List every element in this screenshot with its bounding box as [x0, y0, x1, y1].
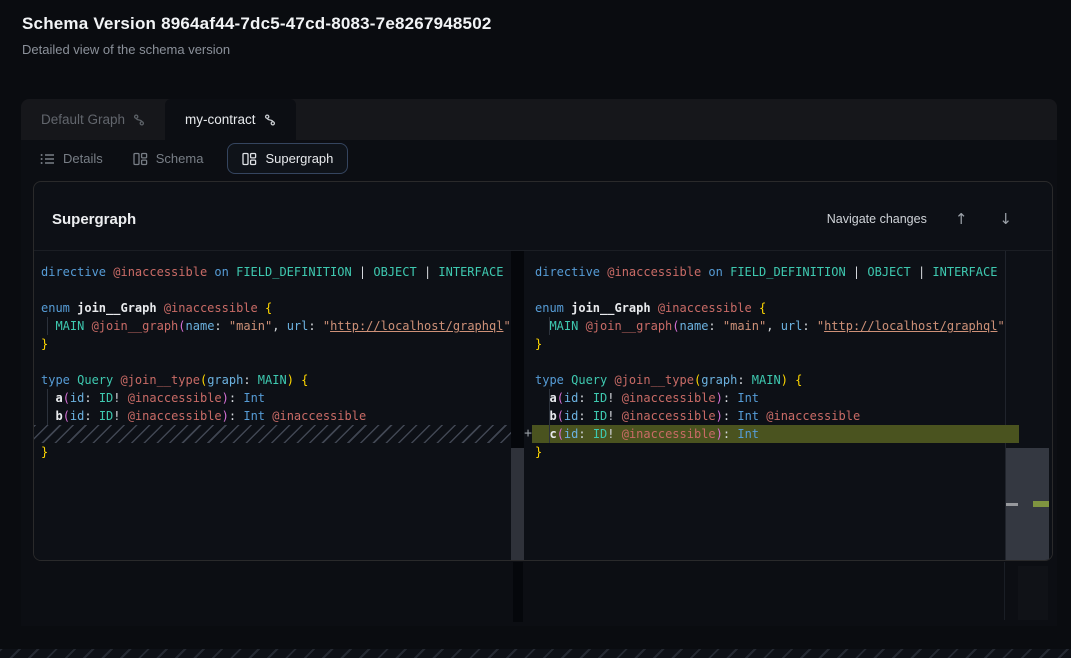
indent-guide	[549, 317, 550, 335]
list-icon	[40, 152, 55, 166]
code-line: b(id: ID! @inaccessible): Int @inaccessi…	[34, 407, 511, 425]
code-line: directive @inaccessible on FIELD_DEFINIT…	[532, 263, 1005, 281]
code-line: b(id: ID! @inaccessible): Int @inaccessi…	[532, 407, 1005, 425]
code-line: type Query @join__type(graph: MAIN) {	[532, 371, 1005, 389]
columns-icon	[133, 152, 148, 166]
code-line: a(id: ID! @inaccessible): Int	[34, 389, 511, 407]
page-header: Schema Version 8964af44-7dc5-47cd-8083-7…	[0, 0, 1071, 57]
code-line: }	[532, 335, 1005, 353]
next-change-button[interactable]: ↓	[995, 210, 1016, 229]
lower-editor-border	[1004, 562, 1005, 620]
fork-icon	[133, 114, 145, 126]
code-line: directive @inaccessible on FIELD_DEFINIT…	[34, 263, 511, 281]
tab-default-graph-label: Default Graph	[41, 112, 125, 127]
subtab-details[interactable]: Details	[40, 151, 103, 166]
code-line: MAIN @join__graph(name: "main", url: "ht…	[532, 317, 1005, 335]
page-title: Schema Version 8964af44-7dc5-47cd-8083-7…	[22, 14, 1049, 34]
code-line: enum join__Graph @inaccessible {	[532, 299, 1005, 317]
navigate-changes-label: Navigate changes	[827, 212, 927, 226]
diff-added-line: c(id: ID! @inaccessible): Int	[532, 425, 1005, 443]
code-line: enum join__Graph @inaccessible {	[34, 299, 511, 317]
indent-guide	[47, 317, 48, 335]
left-scrollbar[interactable]	[511, 448, 524, 561]
graph-tab-strip: Default Graph my-contract	[21, 99, 1057, 140]
page-subtitle: Detailed view of the schema version	[22, 42, 1049, 57]
schema-version-page: { "header": { "title": "Schema Version 8…	[0, 0, 1071, 658]
insert-marker: +	[521, 425, 535, 443]
code-line	[532, 281, 1005, 299]
view-sub-tabs: Details Schema Supergraph	[21, 140, 1057, 177]
code-line: MAIN @join__graph(name: "main", url: "ht…	[34, 317, 511, 335]
bottom-hatch-strip	[0, 649, 1071, 658]
tab-my-contract[interactable]: my-contract	[165, 99, 296, 140]
lower-editor-splitter	[513, 562, 523, 622]
fork-icon	[264, 114, 276, 126]
ruler-added-marker	[1033, 501, 1049, 507]
code-line: }	[34, 335, 511, 353]
code-line: }	[34, 443, 511, 461]
schema-version-panel: Default Graph my-contract	[21, 99, 1057, 626]
code-line: }	[532, 443, 1005, 461]
lower-editor-minimap	[1018, 566, 1048, 620]
navigate-changes: Navigate changes ↑ ↓	[827, 210, 1016, 229]
columns-icon	[242, 152, 257, 166]
supergraph-card: Supergraph Navigate changes ↑ ↓ directiv…	[33, 181, 1053, 561]
subtab-schema[interactable]: Schema	[133, 151, 204, 166]
indent-guide	[549, 389, 550, 443]
diff-pane-changed[interactable]: directive @inaccessible on FIELD_DEFINIT…	[524, 251, 1005, 560]
section-title: Supergraph	[52, 211, 136, 228]
added-line-highlight-extension	[1005, 425, 1019, 443]
diff-inserted-placeholder	[34, 425, 511, 443]
diff-pane-original[interactable]: directive @inaccessible on FIELD_DEFINIT…	[34, 251, 511, 560]
code-line: a(id: ID! @inaccessible): Int	[532, 389, 1005, 407]
previous-change-button[interactable]: ↑	[951, 210, 972, 229]
code-line	[532, 353, 1005, 371]
schema-diff-editor[interactable]: directive @inaccessible on FIELD_DEFINIT…	[34, 251, 1052, 560]
subtab-schema-label: Schema	[156, 151, 204, 166]
supergraph-card-header: Supergraph Navigate changes ↑ ↓	[34, 182, 1052, 251]
ruler-cursor-marker	[1006, 503, 1018, 506]
tab-my-contract-label: my-contract	[185, 112, 256, 127]
subtab-details-label: Details	[63, 151, 103, 166]
code-line	[34, 281, 511, 299]
indent-guide	[47, 389, 48, 425]
subtab-supergraph-label: Supergraph	[265, 151, 333, 166]
code-line: type Query @join__type(graph: MAIN) {	[34, 371, 511, 389]
code-line	[34, 353, 511, 371]
tab-default-graph[interactable]: Default Graph	[21, 99, 165, 140]
subtab-supergraph[interactable]: Supergraph	[227, 143, 348, 174]
